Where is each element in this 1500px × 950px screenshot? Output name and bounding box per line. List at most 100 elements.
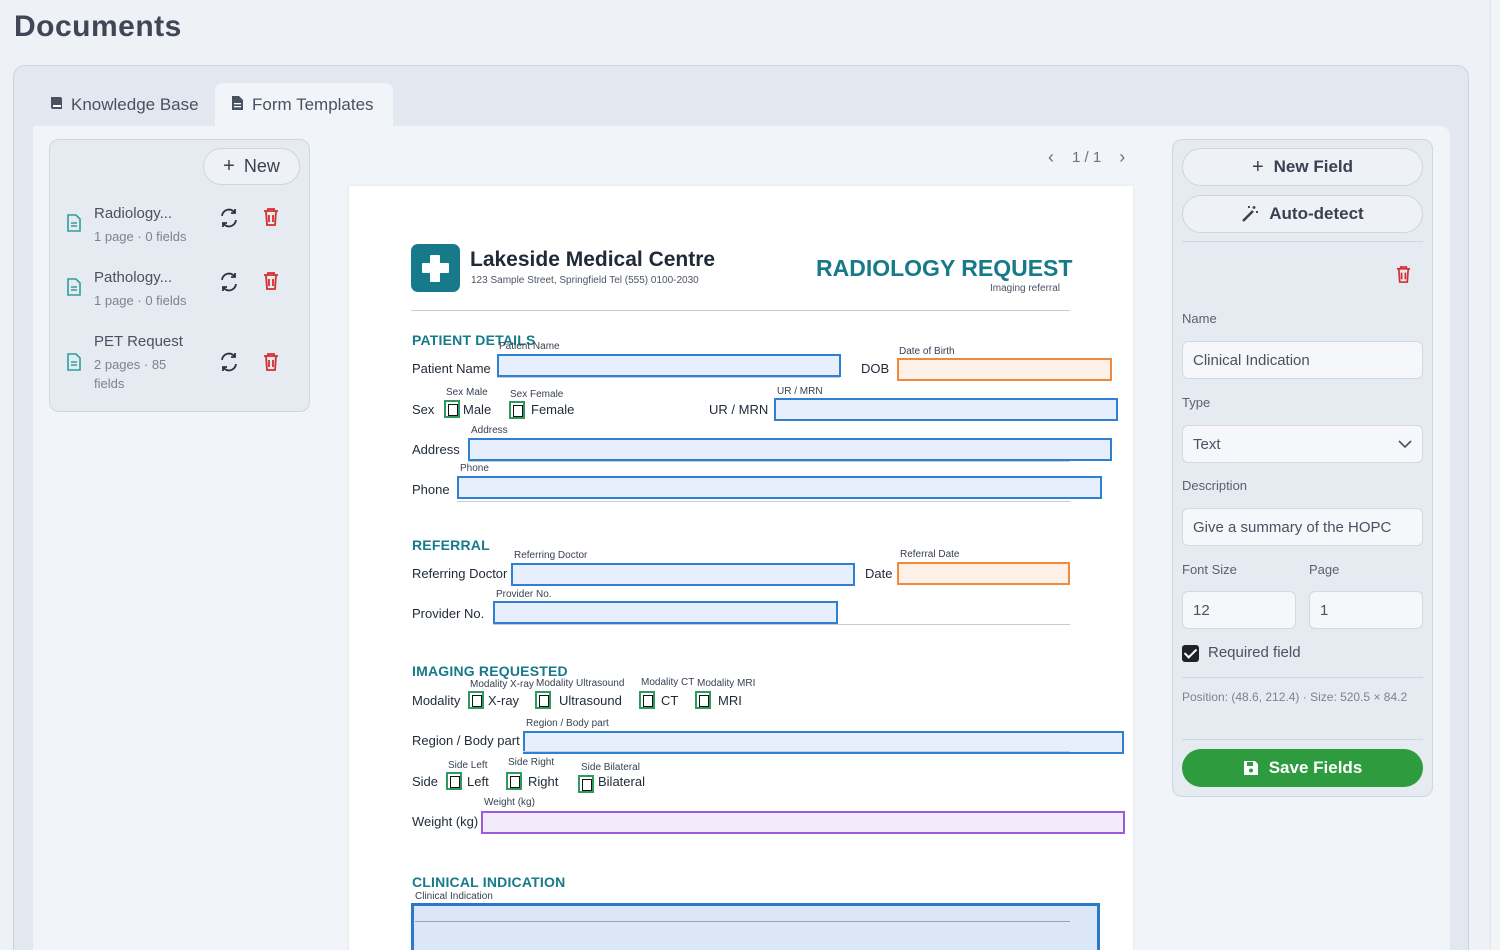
form-label: Region / Body part <box>412 733 520 748</box>
form-label: CT <box>661 693 679 708</box>
field-tag: Modality Ultrasound <box>536 678 625 689</box>
page-input[interactable]: 1 <box>1309 591 1423 629</box>
save-icon <box>1243 761 1258 775</box>
form-label: X-ray <box>488 693 520 708</box>
form-title: RADIOLOGY REQUEST <box>816 255 1073 281</box>
type-selected-value: Text <box>1193 435 1221 453</box>
form-label: Side <box>412 774 439 789</box>
clinic-logo <box>411 244 460 292</box>
form-label: Sex <box>412 402 435 417</box>
trash-icon[interactable] <box>262 352 280 372</box>
field-referring-doctor[interactable] <box>511 563 855 586</box>
field-tag: Clinical Indication <box>415 891 493 902</box>
field-clinical-indication[interactable] <box>411 903 1100 950</box>
form-page-preview[interactable]: Lakeside Medical Centre 123 Sample Stree… <box>349 186 1133 950</box>
checkbox-modality-mri[interactable] <box>695 691 711 709</box>
field-referral-date[interactable] <box>897 562 1070 585</box>
checkbox-side-bilateral[interactable] <box>578 775 594 793</box>
window-scrollbar[interactable] <box>1490 0 1500 950</box>
form-label: Male <box>463 402 492 417</box>
plus-icon: + <box>1251 155 1264 178</box>
template-name: PET Request <box>94 333 183 350</box>
page-title: Documents <box>14 10 182 43</box>
form-label: Left <box>467 774 489 789</box>
field-ur-mrn[interactable] <box>774 398 1118 421</box>
form-label: Phone <box>412 482 450 497</box>
tab-knowledge-base[interactable]: Knowledge Base <box>34 83 215 127</box>
chevron-right-icon[interactable]: › <box>1119 147 1125 168</box>
form-label: Female <box>531 402 575 417</box>
checkbox-side-right[interactable] <box>506 772 522 790</box>
field-tag: Sex Male <box>446 387 488 398</box>
checkbox-sex-male[interactable] <box>444 400 460 418</box>
form-label: MRI <box>718 693 742 708</box>
template-name: Radiology... <box>94 205 173 222</box>
checkbox-modality-ultrasound[interactable] <box>535 691 551 709</box>
field-provider-no[interactable] <box>493 601 838 624</box>
auto-detect-button[interactable]: Auto-detect <box>1182 195 1423 233</box>
page-label: Page <box>1309 562 1340 577</box>
template-meta: 2 pages · 85 fields <box>94 357 167 391</box>
type-label: Type <box>1182 395 1211 410</box>
save-fields-label: Save Fields <box>1268 758 1363 777</box>
field-phone[interactable] <box>457 476 1102 499</box>
save-fields-button[interactable]: Save Fields <box>1182 749 1423 787</box>
delete-field-icon[interactable] <box>1395 265 1412 284</box>
refresh-icon[interactable] <box>218 351 240 373</box>
description-textarea[interactable]: Give a summary of the HOPC <box>1182 508 1423 546</box>
new-field-label: New Field <box>1273 157 1354 176</box>
font-size-input[interactable]: 12 <box>1182 591 1296 629</box>
type-select[interactable]: Text <box>1182 425 1423 463</box>
name-input[interactable]: Clinical Indication <box>1182 341 1423 379</box>
section-heading: REFERRAL <box>412 537 490 553</box>
page-navigator: ‹ 1 / 1 › <box>1048 146 1148 168</box>
tab-label: Form Templates <box>252 95 374 114</box>
chevron-left-icon[interactable]: ‹ <box>1048 147 1054 168</box>
required-label: Required field <box>1208 644 1301 661</box>
new-field-button[interactable]: + New Field <box>1182 148 1423 186</box>
trash-icon[interactable] <box>262 207 280 227</box>
field-tag: Referral Date <box>900 549 960 560</box>
checkbox-sex-female[interactable] <box>509 401 525 419</box>
form-label: Patient Name <box>412 361 491 376</box>
field-tag: Address <box>471 425 508 436</box>
required-checkbox[interactable] <box>1182 645 1199 662</box>
checkbox-modality-ct[interactable] <box>639 691 655 709</box>
refresh-icon[interactable] <box>218 271 240 293</box>
trash-icon[interactable] <box>262 271 280 291</box>
field-tag: Modality MRI <box>697 678 756 689</box>
field-patient-name[interactable] <box>497 354 841 377</box>
template-meta: 1 page · 0 fields <box>94 229 187 244</box>
form-label: Ultrasound <box>559 693 622 708</box>
form-label: Bilateral <box>598 774 645 789</box>
file-icon <box>67 353 81 371</box>
field-tag: Region / Body part <box>526 718 609 729</box>
field-tag: Modality CT <box>641 677 695 688</box>
checkbox-side-left[interactable] <box>446 772 462 790</box>
checkbox-modality-xray[interactable] <box>468 691 484 709</box>
file-icon <box>67 278 81 296</box>
field-weight[interactable] <box>481 811 1125 834</box>
refresh-icon[interactable] <box>218 207 240 229</box>
plus-icon: + <box>223 155 235 177</box>
name-label: Name <box>1182 311 1217 326</box>
book-icon <box>50 95 63 115</box>
magic-wand-icon <box>1242 206 1259 222</box>
field-tag: Sex Female <box>510 389 564 400</box>
template-meta: 1 page · 0 fields <box>94 293 187 308</box>
position-size-readout: Position: (48.6, 212.4) · Size: 520.5 × … <box>1182 690 1408 704</box>
field-tag: UR / MRN <box>777 386 823 397</box>
field-address[interactable] <box>468 438 1112 461</box>
form-label: Modality <box>412 693 461 708</box>
form-subtitle: Imaging referral <box>990 283 1061 294</box>
tab-form-templates[interactable]: Form Templates <box>215 83 393 127</box>
page-indicator: 1 / 1 <box>1072 148 1102 166</box>
field-tag: Side Left <box>448 760 488 771</box>
form-label: Right <box>528 774 559 789</box>
field-tag: Date of Birth <box>899 346 955 357</box>
field-date-of-birth[interactable] <box>897 358 1112 381</box>
form-label: UR / MRN <box>709 402 769 417</box>
new-template-label: New <box>243 156 280 176</box>
new-template-button[interactable]: + New <box>203 148 300 185</box>
auto-detect-label: Auto-detect <box>1269 204 1364 223</box>
